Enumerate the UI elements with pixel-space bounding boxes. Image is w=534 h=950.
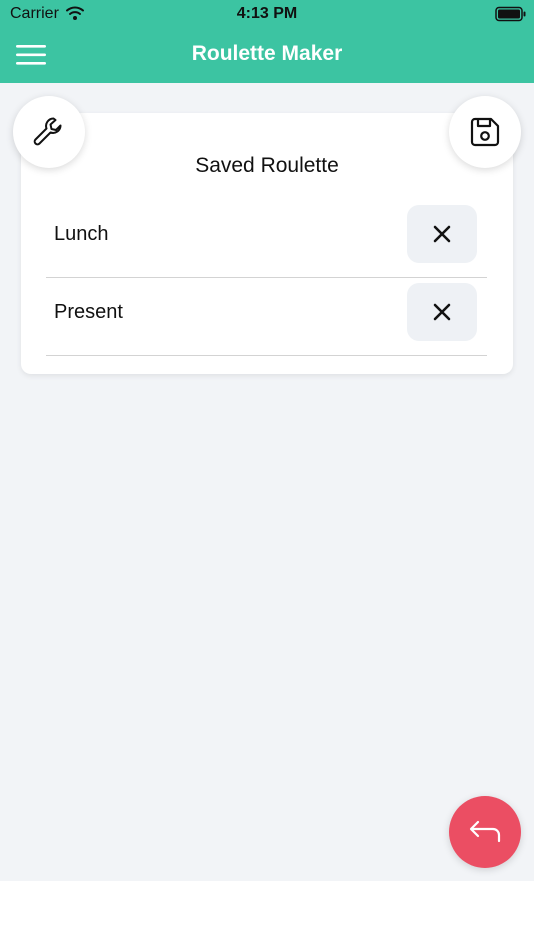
undo-arrow-icon xyxy=(469,820,501,843)
back-button[interactable] xyxy=(449,796,521,868)
settings-button[interactable] xyxy=(13,96,85,168)
main-content: Saved Roulette Lunch Present xyxy=(0,83,534,881)
saved-roulette-list: Lunch Present xyxy=(46,201,487,357)
list-item-label: Present xyxy=(54,301,123,323)
app-header: Carrier 4:13 PM Roulette Maker xyxy=(0,0,534,83)
status-bar: Carrier 4:13 PM xyxy=(0,0,534,28)
list-item-label: Lunch xyxy=(54,223,109,245)
app-bar: Roulette Maker xyxy=(0,28,534,83)
bottom-safe-area xyxy=(0,881,534,950)
save-button[interactable] xyxy=(449,96,521,168)
close-icon xyxy=(433,303,451,321)
saved-roulette-card: Saved Roulette Lunch Present xyxy=(21,113,513,374)
save-icon xyxy=(470,117,500,147)
close-icon xyxy=(433,225,451,243)
status-time: 4:13 PM xyxy=(236,5,298,22)
app-title: Roulette Maker xyxy=(191,42,343,65)
list-item[interactable]: Lunch xyxy=(46,201,487,278)
wrench-icon xyxy=(33,117,62,146)
delete-button[interactable] xyxy=(407,283,477,341)
battery-icon xyxy=(495,6,527,22)
card-title: Saved Roulette xyxy=(195,154,339,177)
delete-button[interactable] xyxy=(407,205,477,263)
list-item[interactable]: Present xyxy=(46,279,487,356)
